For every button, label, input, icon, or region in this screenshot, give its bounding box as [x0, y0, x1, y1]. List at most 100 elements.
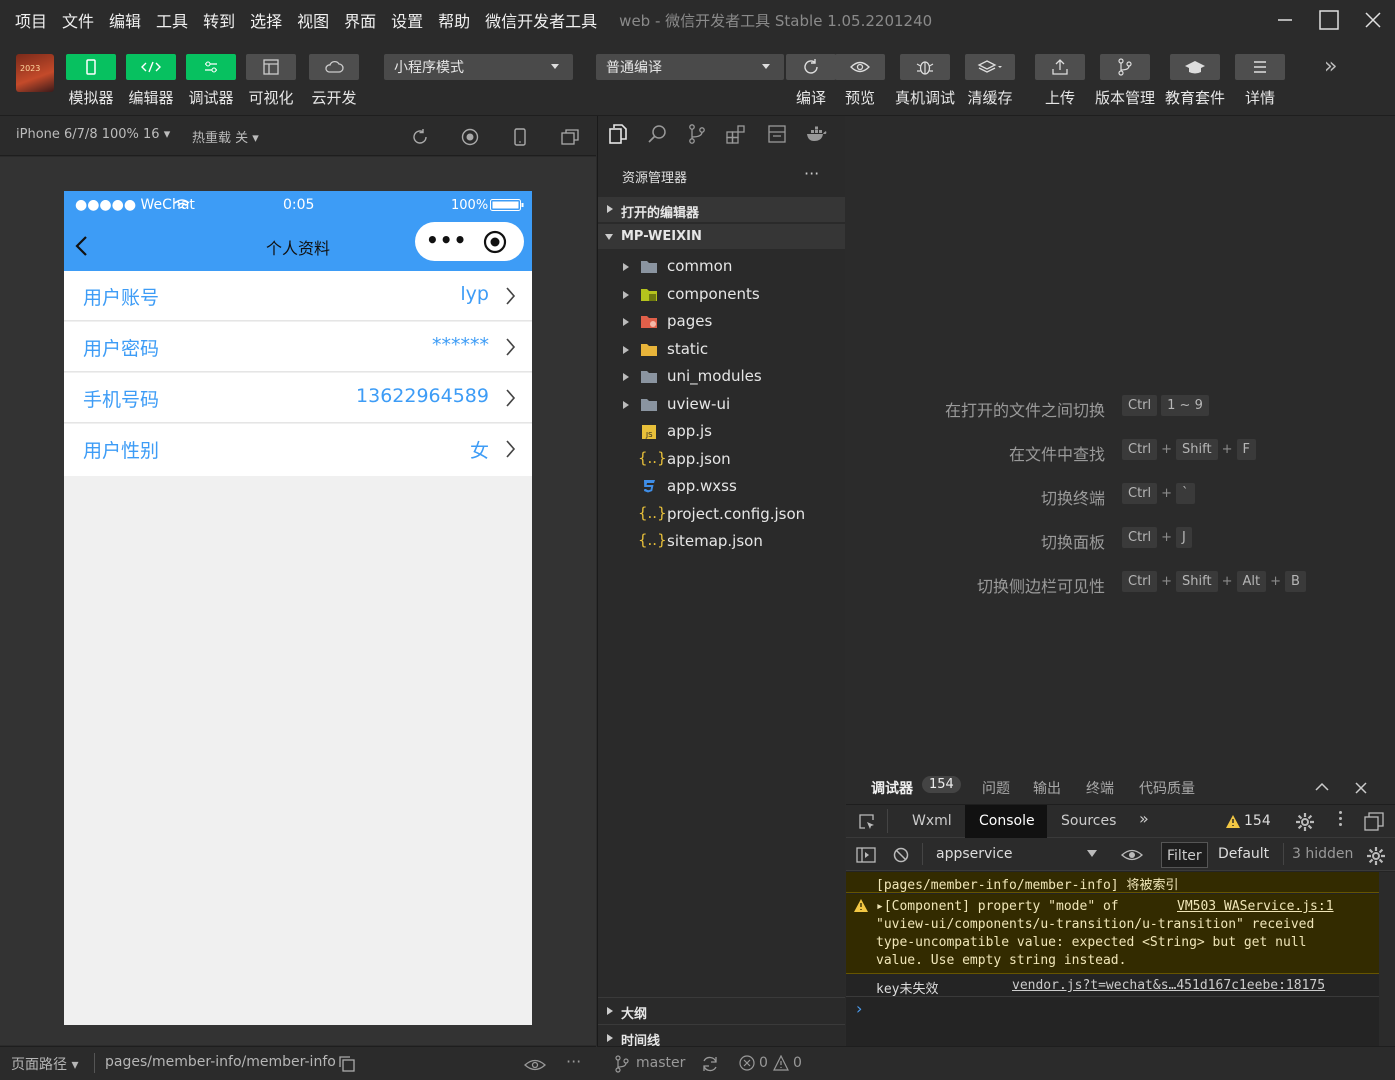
maximize-button[interactable] [1306, 4, 1352, 36]
tree-file-app-wxss[interactable]: app.wxss [598, 474, 845, 500]
tab-debugger[interactable]: 调试器 [871, 778, 913, 798]
inspect-element-icon[interactable] [858, 813, 876, 831]
debugger-toggle-button[interactable] [186, 54, 236, 80]
project-avatar[interactable]: 2023 [16, 54, 54, 92]
log-level-select[interactable]: Default [1218, 846, 1269, 862]
devtab-sources[interactable]: Sources [1061, 813, 1116, 829]
warning-source-link[interactable]: VM503 WAService.js:1 [1177, 899, 1334, 914]
visual-button[interactable] [246, 54, 296, 80]
devtab-console[interactable]: Console [965, 805, 1047, 838]
warning-count-badge[interactable]: 154 [1244, 813, 1271, 829]
menu-item-project[interactable]: 项目 [15, 8, 47, 32]
compile-mode-select[interactable]: 普通编译 [596, 54, 784, 80]
tree-folder-components[interactable]: components [598, 282, 845, 308]
console-filter-input[interactable]: Filter [1161, 842, 1208, 868]
page-path-select[interactable]: 页面路径 ▾ [11, 1054, 78, 1074]
status-more-button[interactable]: ··· [566, 1052, 581, 1071]
copy-icon[interactable] [339, 1056, 355, 1072]
info-row-phone[interactable]: 手机号码 13622964589 [64, 373, 532, 423]
menu-item-select[interactable]: 选择 [250, 8, 282, 32]
minimize-button[interactable] [1262, 4, 1308, 36]
sync-icon[interactable] [701, 1055, 719, 1073]
tab-problems[interactable]: 问题 [982, 778, 1010, 798]
search-icon[interactable] [648, 124, 668, 144]
stop-record-icon[interactable] [461, 128, 479, 146]
menu-item-view[interactable]: 视图 [297, 8, 329, 32]
info-row-account[interactable]: 用户账号 lyp [64, 271, 532, 321]
open-editors-section[interactable]: 打开的编辑器 [598, 197, 845, 222]
tree-file-sitemap[interactable]: {..} sitemap.json [598, 529, 845, 555]
git-branch-name[interactable]: master [636, 1055, 685, 1071]
tree-folder-uview-ui[interactable]: uview-ui [598, 392, 845, 418]
devtabs-more-button[interactable]: » [1139, 809, 1149, 828]
info-row-password[interactable]: 用户密码 ****** [64, 322, 532, 372]
phone-frame-icon[interactable] [512, 128, 528, 146]
warning-count[interactable]: 0 [793, 1055, 802, 1071]
dropdown-caret-icon[interactable] [1087, 850, 1097, 857]
mode-select[interactable]: 小程序模式 [384, 54, 573, 80]
outline-section[interactable]: 大纲 [598, 997, 845, 1022]
explorer-more-button[interactable]: ··· [804, 164, 819, 183]
menu-item-tools[interactable]: 工具 [156, 8, 188, 32]
details-button[interactable] [1235, 54, 1285, 80]
log-source-link[interactable]: vendor.js?t=wechat&s…451d167c1eebe:18175 [1012, 978, 1325, 993]
warning-text-line[interactable]: ▸[Component] property "mode" of [876, 899, 1119, 914]
preview-button[interactable] [835, 54, 885, 80]
upload-button[interactable] [1035, 54, 1085, 80]
settings-gear-icon[interactable] [1295, 812, 1315, 832]
close-panel-icon[interactable] [1355, 782, 1367, 794]
tree-folder-pages[interactable]: pages [598, 309, 845, 335]
tree-folder-common[interactable]: common [598, 254, 845, 280]
menu-item-help[interactable]: 帮助 [438, 8, 470, 32]
tab-code-quality[interactable]: 代码质量 [1139, 778, 1195, 798]
live-expression-eye-icon[interactable] [1121, 848, 1143, 862]
more-dots-button[interactable]: ••• [426, 228, 467, 252]
cloud-dev-button[interactable] [309, 54, 359, 80]
menu-item-devtools[interactable]: 微信开发者工具 [485, 8, 597, 32]
devtab-wxml[interactable]: Wxml [912, 813, 952, 829]
menu-item-goto[interactable]: 转到 [203, 8, 235, 32]
tree-file-app-js[interactable]: JS app.js [598, 419, 845, 445]
tree-file-project-config[interactable]: {..} project.config.json [598, 502, 845, 528]
clear-console-icon[interactable] [893, 847, 909, 863]
hot-reload-select[interactable]: 热重载 关 ▾ [192, 127, 259, 146]
tree-folder-uni-modules[interactable]: uni_modules [598, 364, 845, 390]
tab-terminal[interactable]: 终端 [1086, 778, 1114, 798]
dock-side-icon[interactable] [1364, 812, 1384, 832]
rotate-icon[interactable] [411, 128, 429, 146]
edu-kit-button[interactable] [1170, 54, 1220, 80]
chevron-up-icon[interactable] [1315, 782, 1329, 792]
project-root-section[interactable]: MP-WEIXIN [598, 224, 845, 249]
source-control-icon[interactable] [688, 124, 706, 144]
simulator-toggle-button[interactable] [66, 54, 116, 80]
docker-icon[interactable] [806, 125, 828, 143]
kebab-menu-icon[interactable] [1339, 811, 1342, 814]
error-count[interactable]: 0 [759, 1055, 768, 1071]
storage-icon[interactable] [768, 125, 786, 143]
console-settings-gear-icon[interactable] [1366, 846, 1386, 866]
tree-file-app-json[interactable]: {..} app.json [598, 447, 845, 473]
device-select[interactable]: iPhone 6/7/8 100% 16 ▾ [16, 127, 170, 142]
toolbar-more-button[interactable]: » [1324, 54, 1337, 79]
close-window-button[interactable] [1350, 4, 1395, 36]
menu-item-interface[interactable]: 界面 [344, 8, 376, 32]
sidebar-toggle-icon[interactable] [856, 847, 876, 863]
extensions-icon[interactable] [726, 124, 746, 144]
device-debug-button[interactable] [900, 54, 950, 80]
detach-window-icon[interactable] [561, 128, 579, 146]
clear-cache-button[interactable] [965, 54, 1015, 80]
close-miniapp-icon[interactable] [483, 230, 507, 254]
eye-icon[interactable] [524, 1058, 546, 1072]
context-select[interactable]: appservice [936, 846, 1013, 862]
menu-item-settings[interactable]: 设置 [391, 8, 423, 32]
compile-button[interactable] [786, 54, 836, 80]
menu-item-edit[interactable]: 编辑 [109, 8, 141, 32]
tree-folder-static[interactable]: static [598, 337, 845, 363]
editor-toggle-button[interactable] [126, 54, 176, 80]
console-prompt[interactable]: › [856, 999, 862, 1018]
files-icon[interactable] [608, 124, 628, 144]
tab-output[interactable]: 输出 [1033, 778, 1061, 798]
version-manager-button[interactable] [1100, 54, 1150, 80]
menu-item-file[interactable]: 文件 [62, 8, 94, 32]
info-row-gender[interactable]: 用户性别 女 [64, 424, 532, 476]
